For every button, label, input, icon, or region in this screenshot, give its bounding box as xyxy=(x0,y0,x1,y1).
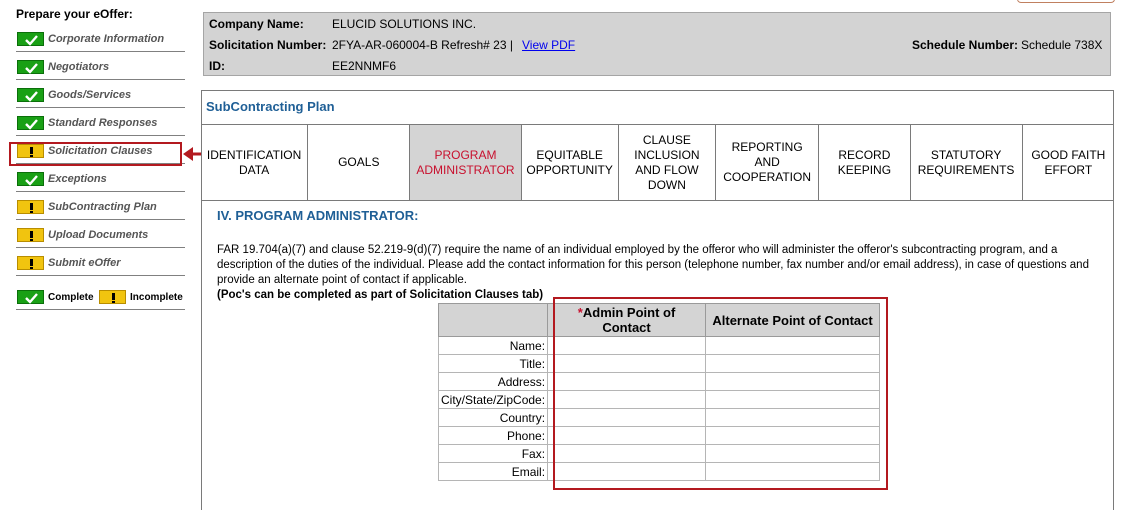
sidebar-item-negotiators[interactable]: Negotiators xyxy=(16,58,185,80)
alternate-poc-cell xyxy=(705,336,881,355)
poc-row-label: City/State/ZipCode: xyxy=(437,390,549,409)
complete-check-icon xyxy=(17,290,44,304)
table-row: Country: xyxy=(437,408,881,427)
complete-check-icon xyxy=(17,32,44,46)
sidebar-nav: Prepare your eOffer: Corporate Informati… xyxy=(0,0,190,503)
sidebar-item-label: Negotiators xyxy=(48,61,110,73)
admin-poc-cell xyxy=(547,444,707,463)
section-heading: IV. PROGRAM ADMINISTRATOR: xyxy=(217,208,419,223)
table-row: Email: xyxy=(437,462,881,481)
table-row: Fax: xyxy=(437,444,881,463)
sidebar-item-corporate-information[interactable]: Corporate Information xyxy=(16,30,185,52)
complete-check-icon xyxy=(17,116,44,130)
poc-row-label: Name: xyxy=(437,336,549,355)
poc-row-label: Fax: xyxy=(437,444,549,463)
admin-poc-header-label: Admin Point of Contact xyxy=(582,305,676,335)
top-right-button-edge xyxy=(1017,0,1115,3)
poc-header-blank xyxy=(437,303,549,337)
admin-poc-cell xyxy=(547,390,707,409)
tab-record-keeping[interactable]: RECORD KEEPING xyxy=(819,125,911,200)
subcontracting-plan-panel: SubContracting Plan IDENTIFICATION DATA G… xyxy=(201,90,1114,510)
sidebar-item-label: Corporate Information xyxy=(48,33,165,45)
tab-bar: IDENTIFICATION DATA GOALS PROGRAM ADMINIST… xyxy=(201,124,1114,201)
view-pdf-link[interactable]: View PDF xyxy=(522,38,575,52)
tab-statutory-requirements[interactable]: STATUTORY REQUIREMENTS xyxy=(911,125,1023,200)
table-row: Address: xyxy=(437,372,881,391)
poc-row-label: Phone: xyxy=(437,426,549,445)
instructions-paragraph: FAR 19.704(a)(7) and clause 52.219-9(d)(… xyxy=(217,244,1089,286)
alternate-poc-header: Alternate Point of Contact xyxy=(705,303,881,337)
panel-title: SubContracting Plan xyxy=(206,99,335,114)
complete-check-icon xyxy=(17,60,44,74)
id-value: EE2NNMF6 xyxy=(332,59,397,73)
sidebar-item-label: Upload Documents xyxy=(48,229,149,241)
sidebar-item-upload-documents[interactable]: Upload Documents xyxy=(16,226,185,248)
poc-row-label: Title: xyxy=(437,354,549,373)
alternate-poc-cell xyxy=(705,354,881,373)
schedule-number-value: Schedule 738X xyxy=(1021,38,1103,52)
poc-table: *Admin Point of Contact Alternate Point … xyxy=(437,303,881,481)
alternate-poc-cell xyxy=(705,444,881,463)
tab-program-administrator[interactable]: PROGRAM ADMINISTRATOR xyxy=(410,125,522,200)
solicitation-clauses-highlight xyxy=(9,142,182,166)
incomplete-warning-icon xyxy=(17,256,44,270)
admin-poc-cell xyxy=(547,354,707,373)
sidebar-item-label: Goods/Services xyxy=(48,89,132,101)
solicitation-number-label: Solicitation Number: xyxy=(209,38,327,52)
poc-row-label: Country: xyxy=(437,408,549,427)
sidebar-item-standard-responses[interactable]: Standard Responses xyxy=(16,114,185,136)
sidebar-heading: Prepare your eOffer: xyxy=(16,7,133,21)
tab-reporting-and-cooperation[interactable]: REPORTING AND COOPERATION xyxy=(716,125,820,200)
admin-poc-cell xyxy=(547,372,707,391)
table-row: Phone: xyxy=(437,426,881,445)
complete-check-icon xyxy=(17,172,44,186)
sidebar-item-label: SubContracting Plan xyxy=(48,201,157,213)
poc-row-label: Address: xyxy=(437,372,549,391)
poc-note: (Poc's can be completed as part of Solic… xyxy=(217,289,544,301)
sidebar-item-exceptions[interactable]: Exceptions xyxy=(16,170,185,192)
complete-check-icon xyxy=(17,88,44,102)
tab-good-faith-effort[interactable]: GOOD FAITH EFFORT xyxy=(1023,125,1114,200)
sidebar-item-goods-services[interactable]: Goods/Services xyxy=(16,86,185,108)
legend-incomplete-label: Incomplete xyxy=(130,292,183,303)
alternate-poc-cell xyxy=(705,408,881,427)
table-row: Name: xyxy=(437,336,881,355)
company-info-panel: Company Name: ELUCID SOLUTIONS INC. Soli… xyxy=(203,12,1111,76)
alternate-poc-cell xyxy=(705,390,881,409)
admin-poc-cell xyxy=(547,408,707,427)
admin-poc-cell xyxy=(547,426,707,445)
alternate-poc-cell xyxy=(705,426,881,445)
incomplete-warning-icon xyxy=(99,290,126,304)
admin-poc-header: *Admin Point of Contact xyxy=(547,303,707,337)
tab-goals[interactable]: GOALS xyxy=(308,125,411,200)
incomplete-warning-icon xyxy=(17,228,44,242)
status-legend: Complete Incomplete xyxy=(16,288,185,310)
sidebar-item-label: Exceptions xyxy=(48,173,107,185)
schedule-number-label: Schedule Number: xyxy=(912,38,1019,52)
admin-poc-cell xyxy=(547,462,707,481)
admin-poc-cell xyxy=(547,336,707,355)
id-label: ID: xyxy=(209,59,225,73)
sidebar-item-label: Submit eOffer xyxy=(48,257,121,269)
table-row: Title: xyxy=(437,354,881,373)
tab-clause-inclusion-and-flow-down[interactable]: CLAUSE INCLUSION AND FLOW DOWN xyxy=(619,125,717,200)
tab-identification-data[interactable]: IDENTIFICATION DATA xyxy=(201,125,309,200)
sidebar-item-subcontracting-plan[interactable]: SubContracting Plan xyxy=(16,198,185,220)
alternate-poc-cell xyxy=(705,372,881,391)
solicitation-number-value: 2FYA-AR-060004-B Refresh# 23 | xyxy=(332,38,513,52)
incomplete-warning-icon xyxy=(17,200,44,214)
tab-equitable-opportunity[interactable]: EQUITABLE OPPORTUNITY xyxy=(522,125,619,200)
legend-complete-label: Complete xyxy=(48,292,94,303)
alternate-poc-cell xyxy=(705,462,881,481)
table-row: City/State/ZipCode: xyxy=(437,390,881,409)
company-name-label: Company Name: xyxy=(209,17,304,31)
poc-row-label: Email: xyxy=(437,462,549,481)
sidebar-item-label: Standard Responses xyxy=(48,117,158,129)
sidebar-item-submit-eoffer[interactable]: Submit eOffer xyxy=(16,254,185,276)
company-name-value: ELUCID SOLUTIONS INC. xyxy=(332,17,477,31)
